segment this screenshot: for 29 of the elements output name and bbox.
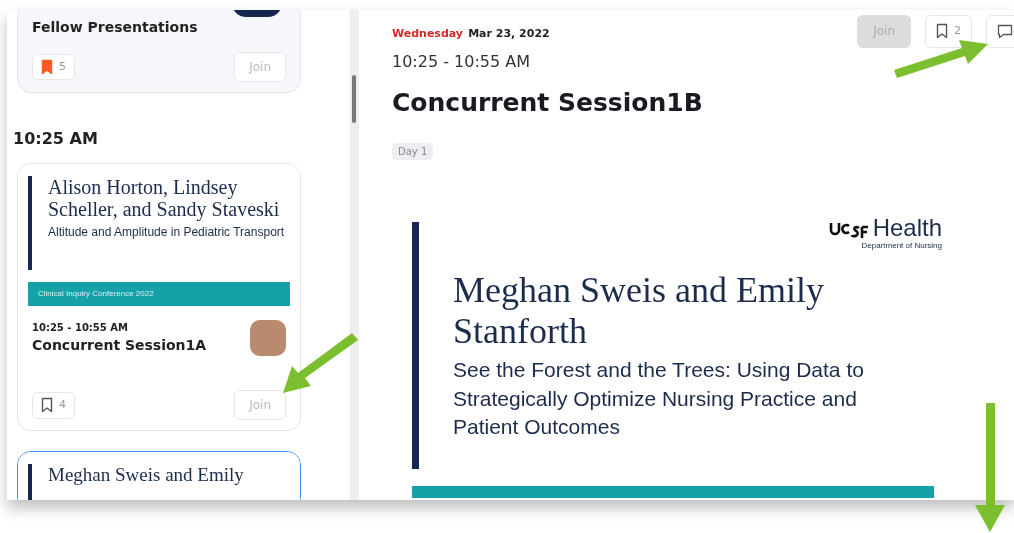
presenter-names: Meghan Sweis and Emily — [48, 464, 245, 486]
session-card[interactable]: Meghan Sweis and Emily — [17, 451, 301, 500]
join-button[interactable]: Join — [234, 390, 286, 421]
slide-subtitle: Altitude and Amplitude in Pediatric Transport — [48, 224, 286, 241]
comment-icon — [997, 23, 1013, 39]
session-title: Concurrent Session1A — [32, 336, 207, 356]
session-card[interactable]: Fellow Presentations 5 Join — [17, 10, 301, 93]
scrollbar-thumb[interactable] — [352, 75, 356, 123]
slide-subtitle: See the Forest and the Trees: Using Data to Strategically Optimize Nursing Practice and Patient Outcomes — [453, 357, 865, 440]
session-title: Fellow Presentations — [32, 18, 198, 37]
bookmark-button[interactable]: 5 — [32, 53, 75, 81]
logo-text: Health — [872, 215, 942, 240]
weekday-label: Wednesday — [392, 27, 464, 40]
comment-button[interactable] — [986, 15, 1014, 48]
bookmark-button[interactable]: 4 — [32, 392, 75, 419]
session-card[interactable]: Alison Horton, Lindsey Scheller, and Sandy Staveski Altitude and Amplitude in Pediatric Transport Clinical Inquiry Conference 2022 10:25 - 10:55 AM Concurrent Session1A 4 Join — [17, 163, 301, 432]
date-label: Mar 23, 2022 — [468, 27, 550, 40]
join-button[interactable]: Join — [234, 52, 286, 82]
avatar — [250, 320, 286, 357]
time-heading: 10:25 AM — [13, 128, 99, 150]
day-tag: Day 1 — [392, 142, 434, 160]
session-time: 10:25 - 10:55 AM — [32, 321, 129, 336]
presenter-names: Meghan Sweis and Emily Stanforth — [453, 269, 825, 353]
session-time: 10:25 - 10:55 AM — [392, 51, 530, 73]
presenter-names: Alison Horton, Lindsey Scheller, and Sandy Staveski — [48, 176, 281, 221]
conference-banner: Clinical Inquiry Conference 2022 — [28, 282, 290, 307]
logo-subtext: Department of Nursing — [860, 239, 942, 252]
bookmark-button[interactable]: 2 — [925, 15, 972, 48]
session-title: Concurrent Session1B — [392, 87, 704, 119]
